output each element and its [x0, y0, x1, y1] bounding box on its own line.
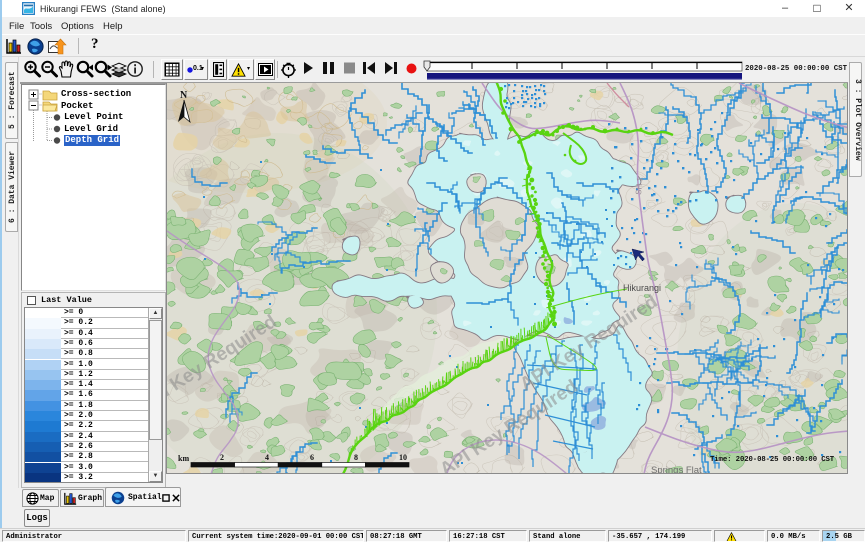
- svg-text:8: 8: [354, 453, 358, 462]
- svg-text:4: 4: [265, 453, 269, 462]
- svg-text:Hikurangi: Hikurangi: [623, 283, 661, 293]
- svg-text:2: 2: [220, 453, 224, 462]
- svg-text:10: 10: [399, 453, 407, 462]
- svg-text:N: N: [180, 90, 188, 101]
- svg-text:6: 6: [310, 453, 314, 462]
- svg-text:Time: 2020-08-25 00:00:00 CST: Time: 2020-08-25 00:00:00 CST: [710, 456, 835, 464]
- svg-text:km: km: [178, 454, 189, 463]
- svg-text:Springs Flat: Springs Flat: [651, 465, 702, 474]
- svg-text:SH 1: SH 1: [634, 176, 645, 195]
